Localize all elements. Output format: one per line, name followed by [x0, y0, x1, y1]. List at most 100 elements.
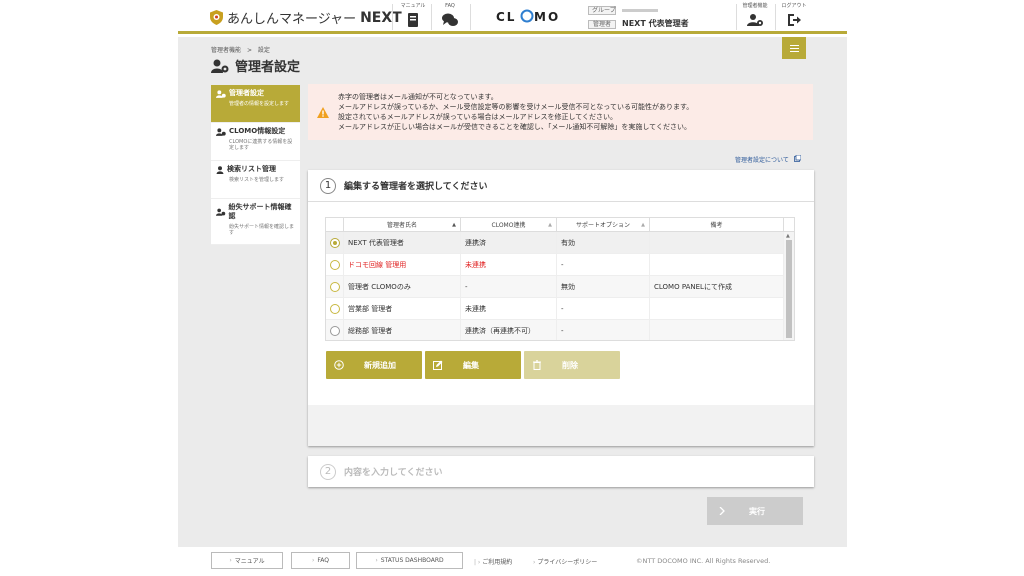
alert-line: 赤字の管理者はメール通知が不可となっています。 — [338, 93, 498, 101]
breadcrumb-current: 設定 — [257, 47, 270, 54]
app-logo[interactable]: あんしんマネージャー NEXT — [210, 8, 402, 27]
manual-nav-label: マニュアル — [400, 3, 426, 9]
admin-settings-icon — [211, 59, 229, 73]
footer-faq-button[interactable]: › FAQ — [291, 552, 350, 569]
role-tag: 管理者 — [588, 20, 616, 29]
trash-icon — [533, 360, 541, 370]
svg-text:CL: CL — [496, 10, 516, 23]
row-radio[interactable] — [329, 303, 340, 314]
admin-settings-help-link[interactable]: 管理者設定について — [735, 154, 802, 164]
logout-nav[interactable]: ログアウト — [777, 2, 811, 28]
row-radio[interactable] — [329, 281, 340, 292]
svg-text:MO: MO — [534, 10, 560, 23]
column-note: 備考 — [650, 218, 784, 231]
sort-icon[interactable]: ▲ — [548, 222, 552, 228]
step2-title: 内容を入力してください — [344, 468, 443, 478]
column-admin-name[interactable]: 管理者氏名 ▲ — [344, 218, 461, 231]
row-radio[interactable] — [329, 259, 340, 270]
sidebar-item-label: 管理者設定 — [229, 89, 264, 97]
hamburger-menu-button[interactable] — [782, 37, 806, 59]
breadcrumb-separator: > — [246, 47, 252, 54]
group-tag: グループ — [588, 6, 616, 15]
sidebar-item-search-list[interactable]: 検索リスト管理 検索リストを管理します — [211, 161, 300, 199]
footer-privacy-link[interactable]: › プライバシーポリシー — [533, 557, 597, 566]
admin-function-label: 管理者機能 — [742, 3, 768, 9]
column-clomo[interactable]: CLOMO連携 ▲ — [461, 218, 557, 231]
logout-icon — [788, 14, 801, 26]
faq-nav-label: FAQ — [445, 3, 455, 9]
group-name-redacted — [622, 9, 658, 12]
breadcrumb-parent[interactable]: 管理者機能 — [211, 47, 241, 54]
step1-select-admin-card: 1 編集する管理者を選択してください 管理者氏名 ▲ CLOMO連携 ▲ サポートオ… — [308, 170, 814, 446]
sidebar-item-desc: 検索リストを管理します — [229, 177, 285, 183]
footer-status-dashboard-button[interactable]: › STATUS DASHBOARD — [356, 552, 463, 569]
step-number: 2 — [320, 463, 336, 480]
footer-manual-button[interactable]: › マニュアル — [211, 552, 283, 569]
page-title-text: 管理者設定 — [235, 60, 301, 75]
admin-settings-icon — [216, 208, 226, 216]
mail-warning-alert: 赤字の管理者はメール通知が不可となっています。 メールアドレスが誤っているか、メ… — [308, 84, 813, 140]
add-admin-button[interactable]: 新規追加 — [326, 351, 422, 379]
sidebar: 管理者設定 管理者の情報を設定します CLOMO情報設定 CLOMOに連携する情… — [211, 85, 300, 245]
alert-line: メールアドレスが誤っているか、メール受信設定等の影響を受けメール受信不可となって… — [338, 103, 694, 111]
shield-logo-icon — [210, 10, 223, 25]
external-link-icon — [793, 154, 802, 162]
admin-table: 管理者氏名 ▲ CLOMO連携 ▲ サポートオプション ▲ 備考 NEXT 代表管理者… — [325, 217, 795, 341]
footer: › マニュアル › FAQ › STATUS DASHBOARD | › ご利用規約 … — [178, 547, 847, 576]
alert-line: メールアドレスが正しい場合はメールが受信できることを確認し、「メール通知不可解除… — [338, 123, 691, 131]
table-row[interactable]: ドコモ回線 管理用 未連携 - — [326, 254, 794, 276]
sidebar-item-admin-settings[interactable]: 管理者設定 管理者の情報を設定します — [211, 85, 300, 123]
column-support-option[interactable]: サポートオプション ▲ — [557, 218, 650, 231]
row-radio[interactable] — [329, 325, 340, 336]
execute-button[interactable]: 実行 — [707, 497, 803, 525]
step2-input-card: 2 内容を入力してください — [308, 456, 814, 487]
step-number: 1 — [320, 177, 336, 194]
plus-circle-icon — [334, 360, 344, 370]
edit-admin-button[interactable]: 編集 — [425, 351, 521, 379]
sidebar-item-label: CLOMO情報設定 — [229, 127, 286, 135]
admin-name: NEXT 代表管理者 — [622, 19, 689, 28]
breadcrumb: 管理者機能 > 設定 — [211, 45, 270, 54]
alert-line: 設定されているメールアドレスが誤っている場合はメールアドレスを修正してください。 — [338, 113, 618, 121]
page-body: 管理者機能 > 設定 管理者設定 管理者設定 管理者の情報を設定します CLOM… — [178, 37, 847, 547]
execute-label: 実行 — [749, 506, 765, 516]
clomo-logo: CL MO — [496, 9, 560, 23]
manual-nav[interactable]: マニュアル — [396, 2, 430, 28]
row-radio[interactable] — [329, 237, 340, 248]
table-row[interactable]: NEXT 代表管理者 連携済 有効 — [326, 232, 794, 254]
add-button-label: 新規追加 — [364, 360, 396, 370]
sidebar-item-label: 紛失サポート情報確認 — [228, 203, 292, 220]
help-link-text: 管理者設定について — [735, 157, 789, 164]
delete-admin-button[interactable]: 削除 — [524, 351, 620, 379]
table-row[interactable]: 総務部 管理者 連携済（再連携不可） - — [326, 320, 794, 340]
admin-function-nav[interactable]: 管理者機能 — [738, 2, 772, 28]
sidebar-item-desc: 紛失サポート情報を確認します — [229, 224, 295, 236]
table-row[interactable]: 営業部 管理者 未連携 - — [326, 298, 794, 320]
chevron-right-icon — [719, 507, 725, 515]
top-header: あんしんマネージャー NEXT マニュアル FAQ CL MO グループ 管理者 NE… — [178, 0, 847, 34]
table-header: 管理者氏名 ▲ CLOMO連携 ▲ サポートオプション ▲ 備考 — [326, 218, 794, 232]
chat-bubbles-icon — [442, 13, 458, 26]
table-scrollbar[interactable]: ▲ — [784, 232, 794, 340]
sidebar-item-desc: 管理者の情報を設定します — [229, 101, 290, 107]
edit-icon — [433, 360, 443, 370]
admin-gear-icon — [747, 14, 763, 26]
sort-ascending-icon[interactable]: ▲ — [452, 222, 456, 228]
admin-settings-icon — [216, 127, 226, 136]
admin-settings-icon — [216, 89, 226, 98]
edit-button-label: 編集 — [463, 360, 479, 370]
person-icon — [216, 165, 224, 174]
copyright: ©NTT DOCOMO INC. All Rights Reserved. — [636, 557, 771, 565]
step1-title: 編集する管理者を選択してください — [344, 182, 488, 192]
sidebar-item-desc: CLOMOに連携する情報を設定します — [229, 139, 293, 151]
book-icon — [408, 13, 418, 27]
faq-nav[interactable]: FAQ — [433, 2, 467, 28]
table-row[interactable]: 管理者 CLOMOのみ - 無効 CLOMO PANELにて作成 — [326, 276, 794, 298]
sort-icon[interactable]: ▲ — [641, 222, 645, 228]
sidebar-item-loss-support[interactable]: 紛失サポート情報確認 紛失サポート情報を確認します — [211, 199, 300, 245]
delete-button-label: 削除 — [562, 360, 578, 370]
sidebar-item-clomo-settings[interactable]: CLOMO情報設定 CLOMOに連携する情報を設定します — [211, 123, 300, 161]
warning-triangle-icon — [317, 106, 329, 118]
footer-terms-link[interactable]: | › ご利用規約 — [474, 557, 512, 566]
sidebar-item-label: 検索リスト管理 — [227, 165, 276, 173]
